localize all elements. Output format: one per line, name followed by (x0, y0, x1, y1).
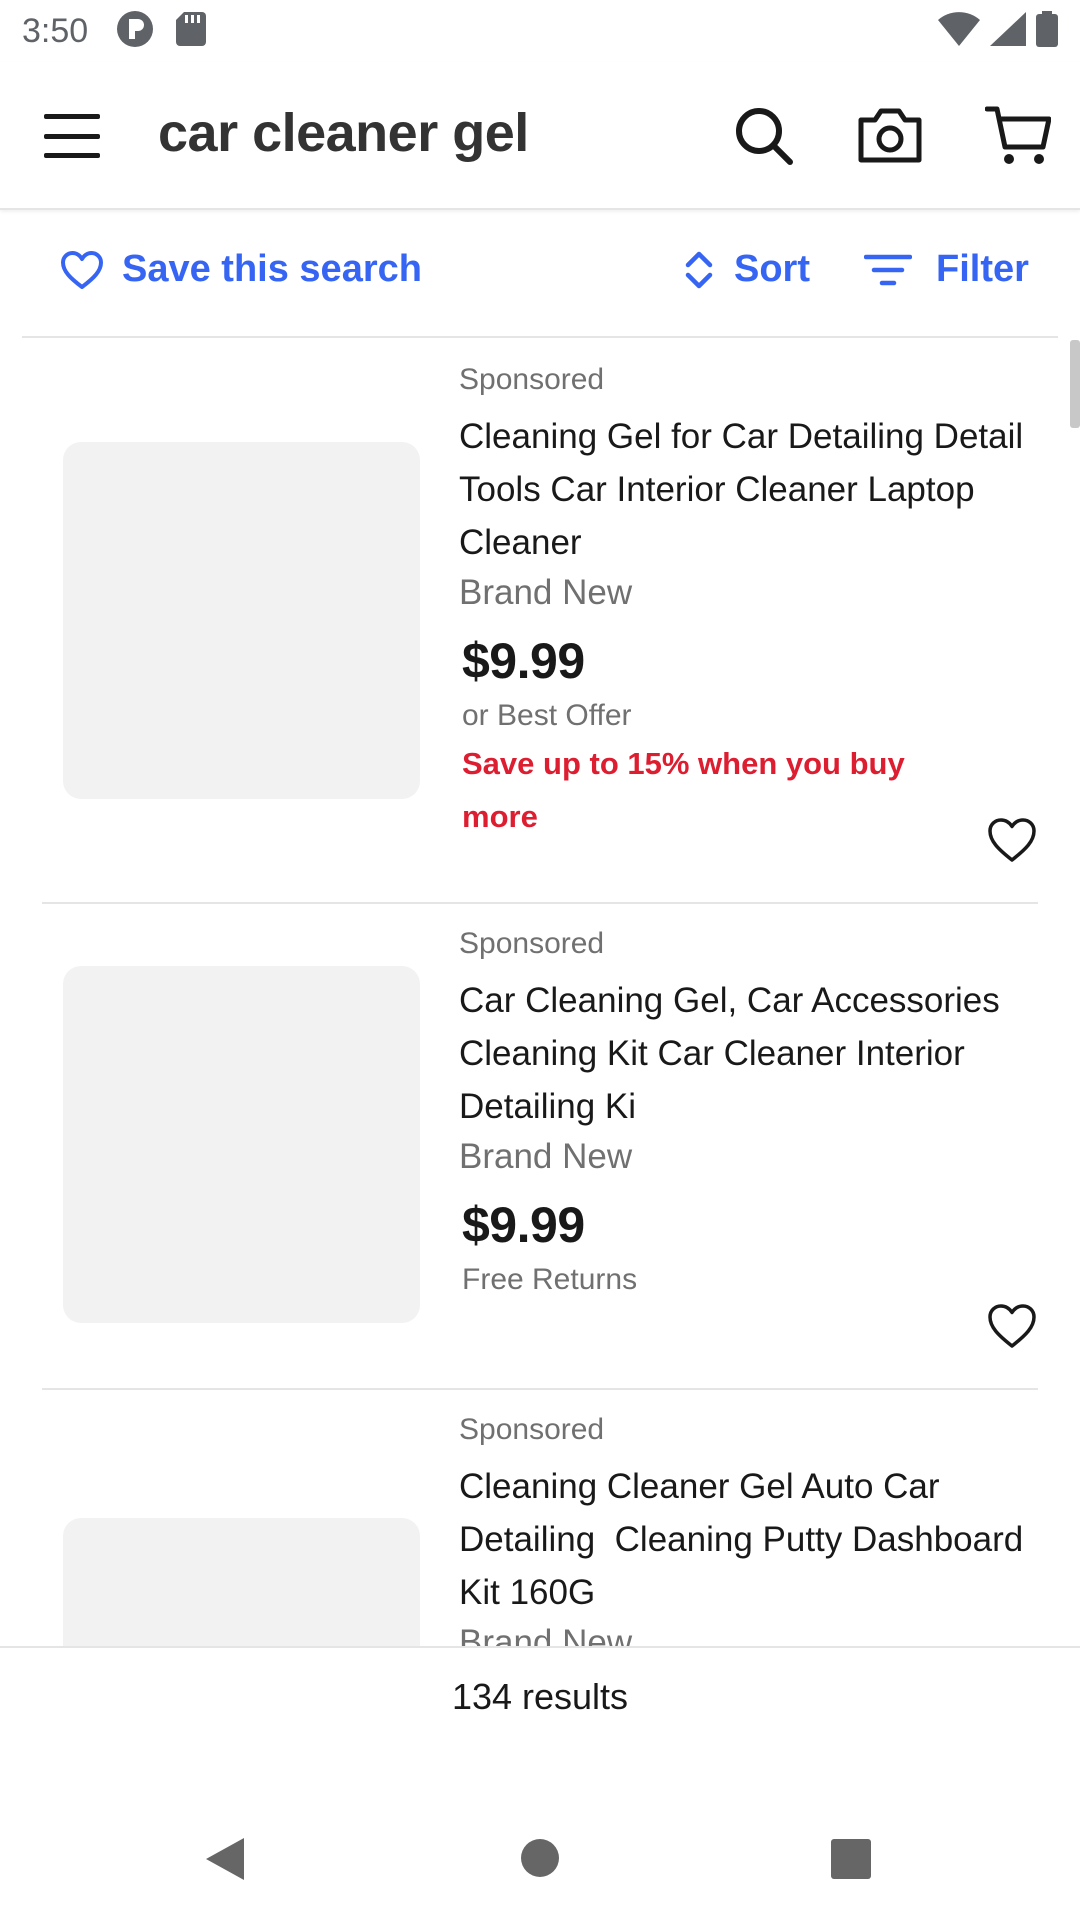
watch-heart-icon[interactable] (986, 816, 1038, 868)
save-search-label: Save this search (122, 248, 422, 290)
heart-icon (61, 250, 103, 289)
sd-card-icon (176, 11, 207, 51)
item-price: $9.99 (462, 633, 585, 689)
vpn-icon (116, 10, 154, 53)
recents-icon[interactable] (830, 1836, 872, 1887)
sort-icon (685, 251, 713, 288)
cart-icon[interactable] (980, 98, 1056, 174)
wifi-icon (938, 11, 980, 51)
item-title[interactable]: Cleaning Cleaner Gel Auto Car Detailing … (459, 1460, 1059, 1619)
item-condition: Brand New (459, 1137, 633, 1176)
back-icon[interactable] (204, 1836, 246, 1887)
home-icon[interactable] (520, 1836, 560, 1885)
results-count: 134 results (451, 1676, 629, 1717)
item-title[interactable]: Car Cleaning Gel, Car Accessories Cleani… (459, 974, 1059, 1133)
search-query[interactable]: car cleaner gel (158, 102, 529, 164)
item-best-offer: or Best Offer (462, 699, 632, 732)
signal-icon (990, 11, 1026, 51)
item-condition: Brand New (459, 1623, 633, 1646)
toolbar: Save this search Sort Filter (22, 212, 1058, 338)
item-image[interactable] (63, 1518, 420, 1646)
status-bar: 3:50 (0, 0, 1080, 62)
status-time: 3:50 (22, 11, 89, 50)
item-free-returns: Free Returns (462, 1263, 638, 1296)
save-search-button[interactable]: Save this search (60, 248, 422, 291)
battery-icon (1036, 10, 1058, 52)
sponsored-label: Sponsored (459, 1413, 605, 1446)
nav-bar (0, 1796, 1080, 1920)
results-bar: 134 results (0, 1646, 1080, 1796)
item-image[interactable] (63, 442, 420, 799)
item-promo: Save up to 15% when you buy more (462, 746, 905, 834)
results-list[interactable]: Sponsored Cleaning Gel for Car Detailing… (0, 338, 1080, 1646)
item-title[interactable]: Cleaning Gel for Car Detailing Detail To… (459, 410, 1059, 569)
camera-icon[interactable] (852, 98, 928, 174)
divider (42, 1388, 1038, 1390)
app-header: car cleaner gel (0, 62, 1080, 210)
filter-button[interactable]: Filter (864, 248, 1029, 291)
search-icon[interactable] (726, 98, 802, 174)
item-condition: Brand New (459, 573, 633, 612)
divider (42, 902, 1038, 904)
filter-icon (864, 254, 912, 285)
scrollbar[interactable] (1070, 340, 1080, 428)
menu-icon[interactable] (44, 108, 100, 164)
sponsored-label: Sponsored (459, 363, 605, 396)
sponsored-label: Sponsored (459, 927, 605, 960)
item-image[interactable] (63, 966, 420, 1323)
item-price: $9.99 (462, 1197, 585, 1253)
sort-label: Sort (734, 248, 810, 290)
filter-label: Filter (936, 248, 1029, 290)
watch-heart-icon[interactable] (986, 1302, 1038, 1354)
sort-button[interactable]: Sort (684, 248, 810, 291)
